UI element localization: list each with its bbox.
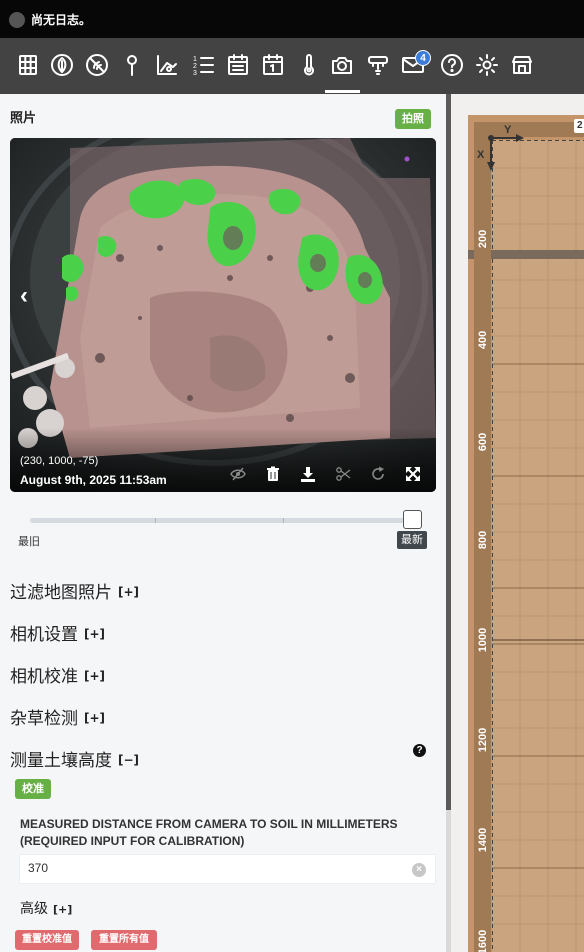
y-tick-label: 600 xyxy=(477,433,489,451)
y-tick-label: 200 xyxy=(477,230,489,248)
section-label: 杂草检测 xyxy=(10,709,78,729)
section-label: 测量土壤高度 xyxy=(10,751,112,771)
take-photo-button[interactable]: 拍照 xyxy=(395,109,431,129)
photo-viewer xyxy=(10,138,436,492)
axis-y-label: Y xyxy=(504,124,512,136)
y-tick-label: 1600 xyxy=(477,930,489,952)
section-weed-detection[interactable]: 杂草检测 [+] xyxy=(10,704,105,729)
active-tab-indicator xyxy=(325,90,360,93)
reset-all-button[interactable]: 重置所有值 xyxy=(91,930,157,950)
leaf-icon[interactable] xyxy=(49,52,75,78)
section-label: 过滤地图照片 xyxy=(10,583,112,603)
y-tick-label: 1400 xyxy=(477,828,489,852)
rotate-photo-icon[interactable] xyxy=(368,464,388,484)
x-tick-label: 2 xyxy=(574,119,584,133)
axis-origin-icon: Y X xyxy=(477,124,524,171)
expand-toggle[interactable]: [+] xyxy=(84,669,105,683)
main-nav: 123 xyxy=(0,38,584,94)
delete-photo-icon[interactable] xyxy=(263,464,283,484)
distance-field-label: MEASURED DISTANCE FROM CAMERA TO SOIL IN… xyxy=(20,817,398,848)
y-tick-label: 1000 xyxy=(477,628,489,652)
regimens-icon[interactable] xyxy=(225,52,251,78)
distance-input-wrapper xyxy=(19,854,436,884)
message-count-badge: 4 xyxy=(415,50,431,66)
distance-input[interactable] xyxy=(28,861,408,875)
fullscreen-photo-icon[interactable] xyxy=(403,464,423,484)
expand-toggle[interactable]: [+] xyxy=(118,585,139,599)
reset-calibration-button[interactable]: 重置校准值 xyxy=(15,930,79,950)
sequences-icon[interactable]: 123 xyxy=(190,52,216,78)
svg-text:3: 3 xyxy=(193,70,197,77)
slider-newest-label: 最新 xyxy=(397,531,427,549)
photo-timeline-slider[interactable] xyxy=(30,518,410,523)
farm-events-icon[interactable] xyxy=(260,52,286,78)
previous-photo-arrow-icon[interactable]: ‹ xyxy=(20,282,28,310)
svg-text:1: 1 xyxy=(193,56,197,63)
points-icon[interactable] xyxy=(119,52,145,78)
y-axis-labels: 200 400 600 800 1000 1200 1400 1600 xyxy=(477,230,489,952)
hide-photo-icon[interactable] xyxy=(228,464,248,484)
help-tooltip-icon[interactable]: ? xyxy=(413,744,426,757)
svg-text:2: 2 xyxy=(193,63,197,70)
photo-date: August 9th, 2025 11:53am xyxy=(20,473,167,487)
panel-title: 照片 xyxy=(10,111,37,126)
section-label: 相机设置 xyxy=(10,625,78,645)
status-text: 尚无日志。 xyxy=(31,13,92,27)
advanced-section[interactable]: 高级 [+] xyxy=(20,898,72,918)
expand-toggle[interactable]: [+] xyxy=(84,627,105,641)
section-camera-settings[interactable]: 相机设置 [+] xyxy=(10,620,105,645)
tools-icon[interactable] xyxy=(365,52,391,78)
clear-input-icon[interactable]: × xyxy=(412,863,426,877)
section-measure-soil-height[interactable]: 测量土壤高度 [−] xyxy=(10,746,139,771)
slider-tick xyxy=(283,518,284,523)
help-icon[interactable] xyxy=(439,52,465,78)
photos-icon[interactable] xyxy=(329,52,355,78)
crop-photo-icon[interactable] xyxy=(333,464,353,484)
slider-handle[interactable] xyxy=(403,510,422,529)
settings-icon[interactable] xyxy=(474,52,500,78)
section-label: 相机校准 xyxy=(10,667,78,687)
download-photo-icon[interactable] xyxy=(298,464,318,484)
section-camera-calibration[interactable]: 相机校准 [+] xyxy=(10,662,105,687)
slider-tick xyxy=(155,518,156,523)
map-grid xyxy=(492,140,584,952)
y-tick-label: 400 xyxy=(477,331,489,349)
collapse-toggle[interactable]: [−] xyxy=(118,753,139,767)
sensors-icon[interactable] xyxy=(296,52,322,78)
slider-oldest-label: 最旧 xyxy=(18,535,40,548)
expand-toggle[interactable]: [+] xyxy=(84,711,105,725)
plants-grid-icon[interactable] xyxy=(15,52,41,78)
weeds-icon[interactable] xyxy=(84,52,110,78)
axis-x-label: X xyxy=(477,149,485,161)
status-bar: 尚无日志。 xyxy=(0,0,584,38)
garden-photo xyxy=(10,138,436,492)
shop-icon[interactable] xyxy=(509,52,535,78)
y-tick-label: 1200 xyxy=(477,728,489,752)
section-filter-map-photos[interactable]: 过滤地图照片 [+] xyxy=(10,578,139,603)
y-tick-label: 800 xyxy=(477,531,489,549)
expand-toggle[interactable]: [+] xyxy=(53,903,72,916)
zones-icon[interactable] xyxy=(154,52,180,78)
advanced-label: 高级 xyxy=(20,901,48,917)
status-indicator-icon xyxy=(9,12,25,28)
photo-coordinates: (230, 1000, -75) xyxy=(20,455,99,467)
calibrate-button[interactable]: 校准 xyxy=(15,779,51,799)
